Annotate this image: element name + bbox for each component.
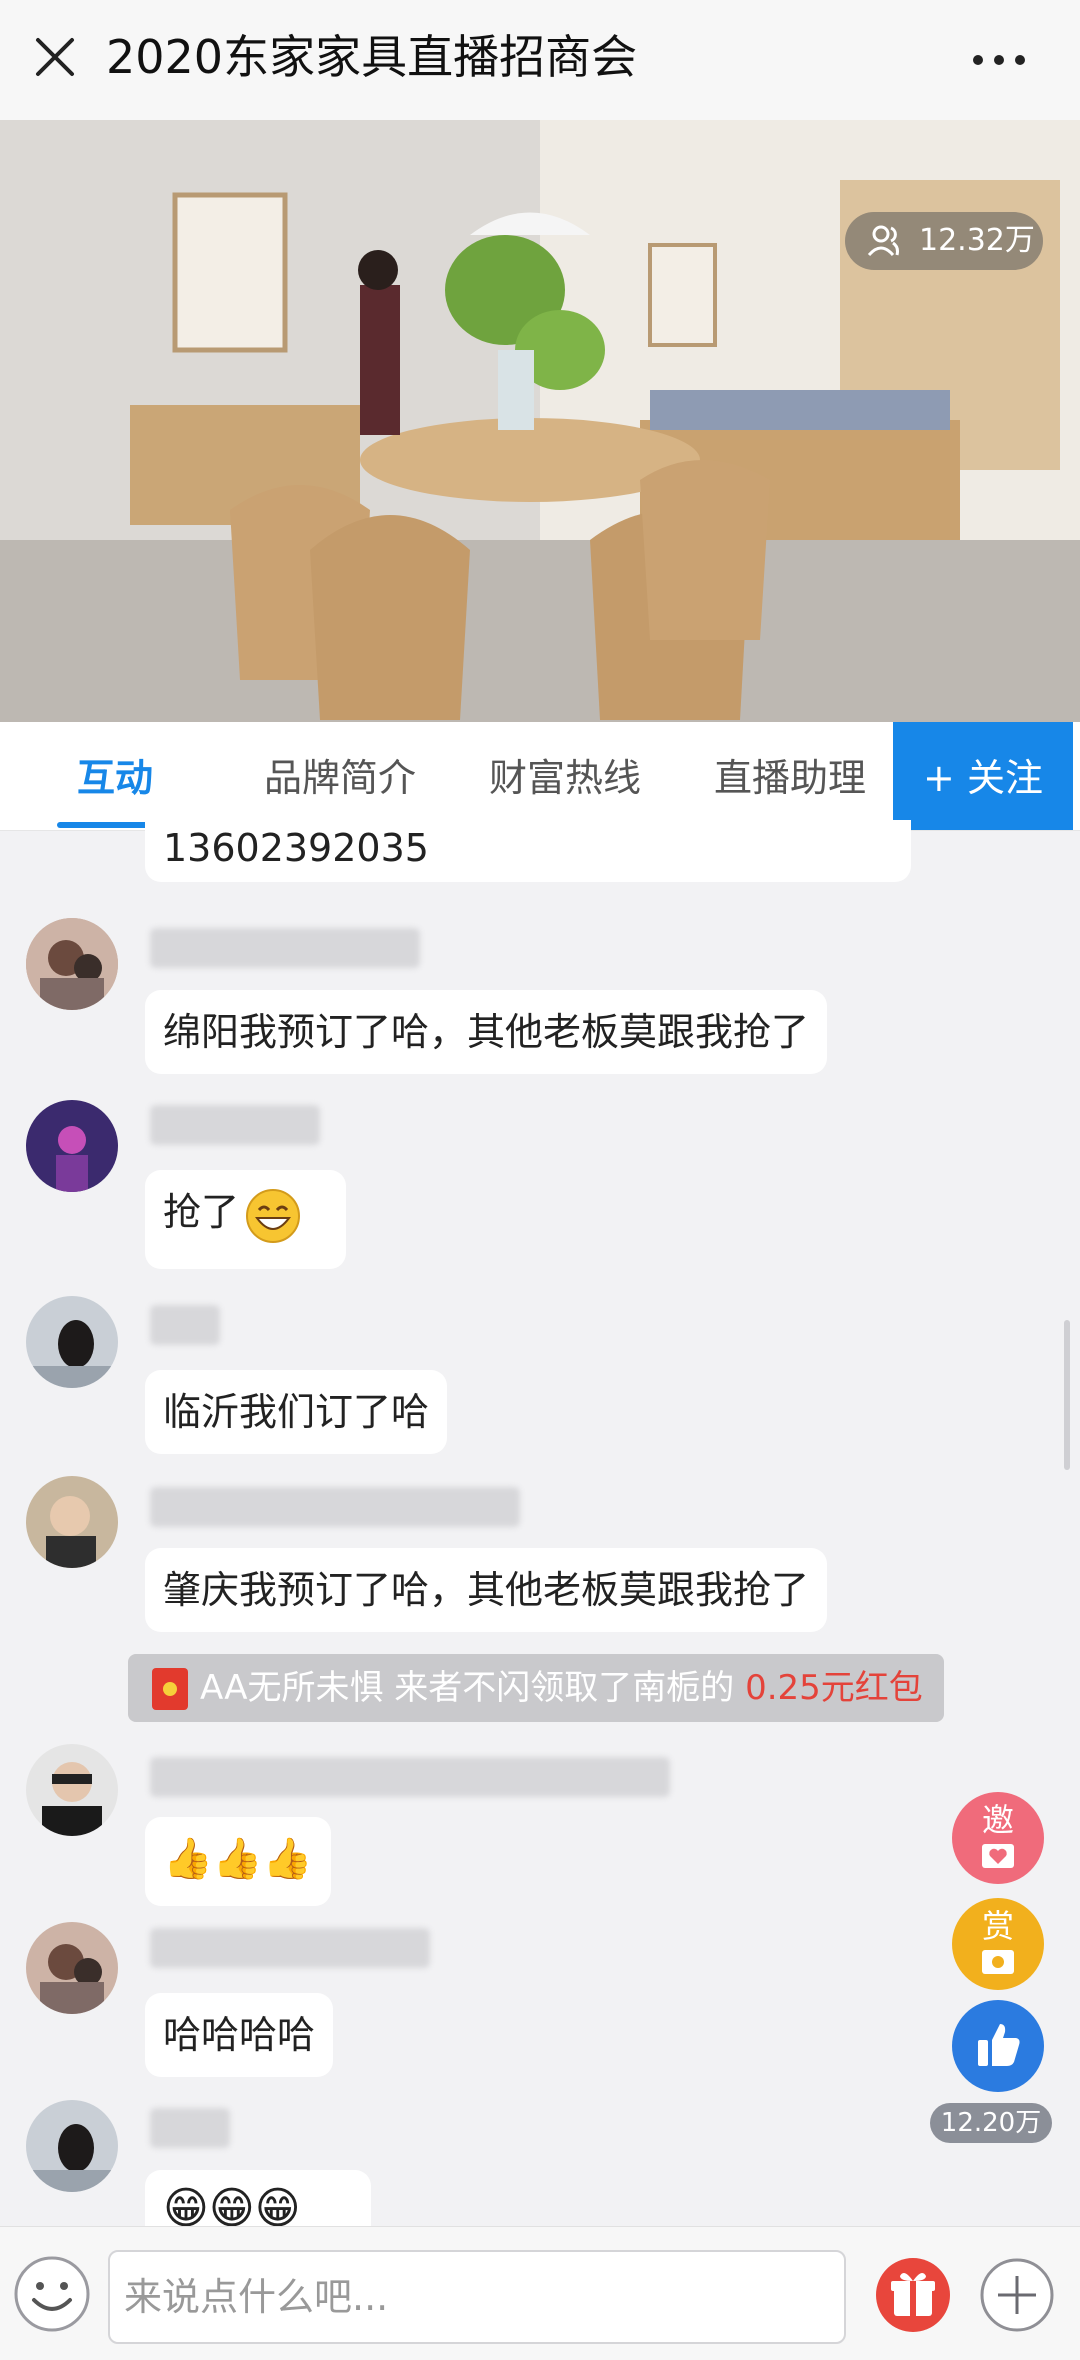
reward-coin-icon bbox=[982, 1950, 1014, 1974]
more-options-icon[interactable] bbox=[964, 30, 1034, 90]
chat-bubble: 肇庆我预订了哈，其他老板莫跟我抢了 bbox=[145, 1548, 828, 1632]
blurred-username bbox=[150, 2108, 230, 2148]
avatar[interactable] bbox=[26, 2100, 118, 2192]
comment-input-placeholder: 来说点什么吧... bbox=[124, 2275, 389, 2319]
emoji-picker-icon[interactable] bbox=[12, 2254, 92, 2334]
avatar[interactable] bbox=[26, 918, 118, 1010]
avatar-photo bbox=[26, 1100, 118, 1192]
blurred-username bbox=[150, 1757, 670, 1797]
invite-label: 邀 bbox=[981, 1801, 1014, 1839]
reward-label: 赏 bbox=[981, 1907, 1014, 1945]
avatar[interactable] bbox=[26, 1100, 118, 1192]
reward-button[interactable]: 赏 bbox=[952, 1898, 1044, 1990]
follow-button[interactable]: + 关注 bbox=[893, 722, 1073, 830]
avatar-photo bbox=[26, 1922, 118, 2014]
avatar[interactable] bbox=[26, 1922, 118, 2014]
gift-icon[interactable] bbox=[874, 2256, 952, 2334]
blurred-username bbox=[150, 1928, 430, 1968]
red-packet-amount: 0.25元红包 bbox=[745, 1668, 923, 1708]
avatar-photo bbox=[26, 918, 118, 1010]
tab-interaction[interactable]: 互动 bbox=[40, 722, 190, 830]
chat-bubble: 临沂我们订了哈 bbox=[145, 1370, 448, 1454]
comment-input[interactable]: 来说点什么吧... bbox=[108, 2250, 846, 2344]
red-packet-icon bbox=[152, 1668, 188, 1710]
avatar[interactable] bbox=[26, 1476, 118, 1568]
red-packet-text: AA无所未惧 来者不闪领取了南栀的 bbox=[200, 1668, 746, 1708]
chat-scrollbar[interactable] bbox=[1064, 1320, 1070, 1470]
chat-bubble: 哈哈哈哈 bbox=[145, 1993, 334, 2077]
like-button[interactable] bbox=[952, 2000, 1044, 2092]
tab-brand-intro[interactable]: 品牌简介 bbox=[250, 722, 430, 830]
chat-bubble: 绵阳我预订了哈，其他老板莫跟我抢了 bbox=[145, 990, 828, 1074]
viewer-count: 12.32万 bbox=[919, 223, 1035, 258]
avatar[interactable] bbox=[26, 1296, 118, 1388]
avatar[interactable] bbox=[26, 1744, 118, 1836]
avatar-photo bbox=[26, 1296, 118, 1388]
grin-emoji-icon bbox=[246, 1189, 300, 1243]
viewers-icon bbox=[867, 225, 899, 257]
blurred-username bbox=[150, 928, 420, 968]
avatar-photo bbox=[26, 1744, 118, 1836]
tab-wealth-hotline[interactable]: 财富热线 bbox=[475, 722, 655, 830]
showroom-scene-image bbox=[0, 120, 1080, 722]
avatar-photo bbox=[26, 2100, 118, 2192]
avatar-photo bbox=[26, 1476, 118, 1568]
invite-heart-icon bbox=[982, 1844, 1014, 1868]
thumbs-up-icon bbox=[978, 2024, 1020, 2066]
live-video-player[interactable] bbox=[0, 120, 1080, 722]
like-count: 12.20万 bbox=[930, 2103, 1052, 2143]
viewer-count-badge: 12.32万 bbox=[845, 212, 1043, 270]
blurred-username bbox=[150, 1305, 220, 1345]
close-icon[interactable] bbox=[28, 30, 88, 90]
chat-bubble: 抢了 bbox=[145, 1170, 346, 1269]
red-packet-notice: AA无所未惧 来者不闪领取了南栀的 0.25元红包 bbox=[128, 1654, 944, 1722]
invite-button[interactable]: 邀 bbox=[952, 1792, 1044, 1884]
tab-live-assistant[interactable]: 直播助理 bbox=[700, 722, 880, 830]
page-title: 2020东家家具直播招商会 bbox=[106, 30, 638, 84]
chat-text: 抢了 bbox=[163, 1190, 240, 1234]
chat-bubble: 13602392035 bbox=[145, 820, 911, 882]
plus-icon[interactable] bbox=[978, 2256, 1056, 2334]
blurred-username bbox=[150, 1487, 520, 1527]
blurred-username bbox=[150, 1105, 320, 1145]
chat-bubble: 👍👍👍 bbox=[145, 1817, 331, 1906]
